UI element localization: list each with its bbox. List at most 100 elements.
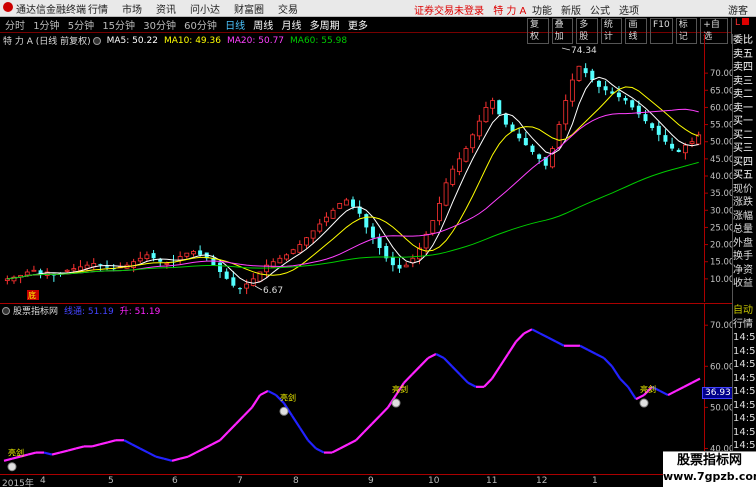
indicator-segment: [347, 439, 357, 446]
candle-body: [250, 278, 256, 286]
main-y-tick-label: 65.00: [710, 86, 732, 96]
side-row: 卖五: [733, 48, 753, 60]
trade-login-alert[interactable]: 证券交易未登录 特 力 A: [414, 2, 526, 17]
indicator-segment: [587, 348, 597, 355]
menu-item-news[interactable]: 资讯: [156, 1, 176, 16]
app-name-text: 通达信金融终端: [16, 4, 86, 16]
tab-1min[interactable]: 1分钟: [33, 21, 59, 32]
tab-timeshare[interactable]: 分时: [5, 21, 25, 32]
menu-item-market[interactable]: 市场: [122, 1, 142, 16]
main-y-tick-label: 10.00: [710, 275, 732, 285]
main-menu: 行情 市场 资讯 问小达 财富圈 交易: [88, 1, 312, 16]
indicator-segment: [371, 414, 381, 425]
side-row: 14:50: [733, 413, 756, 424]
candle-body: [663, 135, 668, 142]
side-row: 外盘: [733, 237, 753, 249]
watermark: 股票指标网 www.7gpzb.com: [663, 451, 756, 487]
candle-body: [656, 125, 661, 135]
tab-60min[interactable]: 60分钟: [184, 21, 217, 32]
side-row: 净资: [733, 264, 753, 276]
candle-body: [503, 114, 508, 125]
candles-group: [4, 63, 702, 295]
tab-30min[interactable]: 30分钟: [143, 21, 176, 32]
indicator-segment: [675, 385, 685, 392]
tab-daily[interactable]: 日线: [225, 21, 245, 32]
indicator-segment: [483, 377, 493, 388]
candle-body: [483, 107, 489, 123]
candle-body: [590, 70, 595, 80]
signal-label: 亮剑: [8, 448, 24, 458]
quote-side-panel: 委比 卖五 卖四 卖三 卖二 卖一 买一 买二 买三 买四 买五 现价 涨跌 涨幅 总量 外盘 换手 净资 收益 自动…: [732, 34, 756, 487]
settings-gear-icon[interactable]: [92, 36, 101, 45]
tab-15min[interactable]: 15分钟: [102, 21, 135, 32]
candle-body: [198, 250, 203, 255]
indicator-segment: [627, 386, 637, 400]
candle-body: [556, 124, 562, 148]
side-row: 换手: [733, 251, 753, 262]
watermark-url: www.7gpzb.com: [663, 470, 756, 483]
signal-person-icon: [7, 462, 17, 472]
menu-item-quotes[interactable]: 行情: [88, 1, 108, 16]
sub-y-tick-label: 70.00: [710, 321, 732, 331]
candle-body: [370, 226, 375, 238]
low-label: 6.67: [263, 286, 283, 296]
tab-weekly[interactable]: 周线: [253, 21, 273, 32]
indicator-segment: [515, 332, 525, 343]
menu-item-formula[interactable]: 公式: [590, 2, 610, 17]
candle-body: [84, 264, 90, 269]
candle-body: [530, 145, 535, 152]
candle-body: [297, 244, 303, 253]
main-kline-chart[interactable]: 70.00 65.00 60.00 55.00 50.00 45.00 40.00 35.00…: [0, 34, 732, 302]
x-tick-label: 9: [368, 476, 374, 486]
app-name: 通达信金融终端: [0, 1, 88, 16]
candle-body: [164, 263, 170, 265]
candle-body: [384, 246, 389, 259]
candle-body: [244, 283, 250, 289]
menu-item-trade[interactable]: 交易: [278, 1, 298, 16]
main-y-tick-label: 60.00: [710, 103, 732, 113]
candle-body: [158, 259, 163, 262]
tab-multiperiod[interactable]: 多周期: [310, 21, 340, 32]
candle-body: [630, 100, 635, 108]
tab-more[interactable]: 更多: [348, 21, 368, 32]
x-tick-label: 4: [40, 476, 46, 486]
ma10-value: MA10: 49.36: [163, 35, 221, 46]
tab-monthly[interactable]: 月线: [281, 21, 301, 32]
indicator-segment: [315, 447, 325, 454]
menu-item-options[interactable]: 选项: [619, 2, 639, 17]
right-menu: 功能 新版 公式 选项: [532, 2, 648, 17]
side-corner: L: [732, 17, 756, 34]
indicator-segment: [131, 443, 141, 450]
sub-settings-gear-icon[interactable]: [2, 306, 10, 315]
high-leader-line: [561, 47, 571, 51]
indicator-segment: [635, 394, 645, 401]
candle-body: [397, 264, 402, 269]
guest-label[interactable]: 游客: [728, 2, 748, 17]
indicator-segment: [259, 389, 269, 397]
ma20-line: [7, 108, 699, 280]
menu-item-newversion[interactable]: 新版: [561, 2, 581, 17]
tab-5min[interactable]: 5分钟: [68, 21, 94, 32]
flag-icon: [742, 18, 750, 25]
menu-item-wealth[interactable]: 财富圈: [234, 1, 264, 16]
indicator-segment: [579, 344, 589, 351]
menu-item-ask[interactable]: 问小达: [190, 1, 220, 16]
indicator-chart[interactable]: 70.0060.0050.0040.00 亮剑亮剑亮剑 亮剑: [0, 303, 732, 474]
candle-body: [237, 288, 242, 290]
candle-body: [337, 203, 343, 209]
candle-body: [563, 100, 569, 125]
main-y-tick-label: 15.00: [710, 258, 732, 268]
indicator-segment: [59, 449, 69, 454]
main-y-tick-label: 35.00: [710, 189, 732, 199]
indicator-segment: [683, 381, 693, 388]
main-info-bar: 特 力 A (日线 前复权) MA5: 50.22 MA10: 49.36 MA…: [0, 34, 347, 48]
candle-body: [64, 269, 70, 272]
sub-title: 股票指标网: [13, 307, 59, 317]
menu-item-function[interactable]: 功能: [532, 2, 552, 17]
indicator-segment: [251, 394, 261, 408]
candle-body: [676, 149, 681, 152]
indicator-segment: [43, 451, 53, 456]
main-y-tick-label: 50.00: [710, 138, 732, 148]
indicator-segment: [539, 332, 549, 339]
indicator-segment: [51, 451, 61, 456]
